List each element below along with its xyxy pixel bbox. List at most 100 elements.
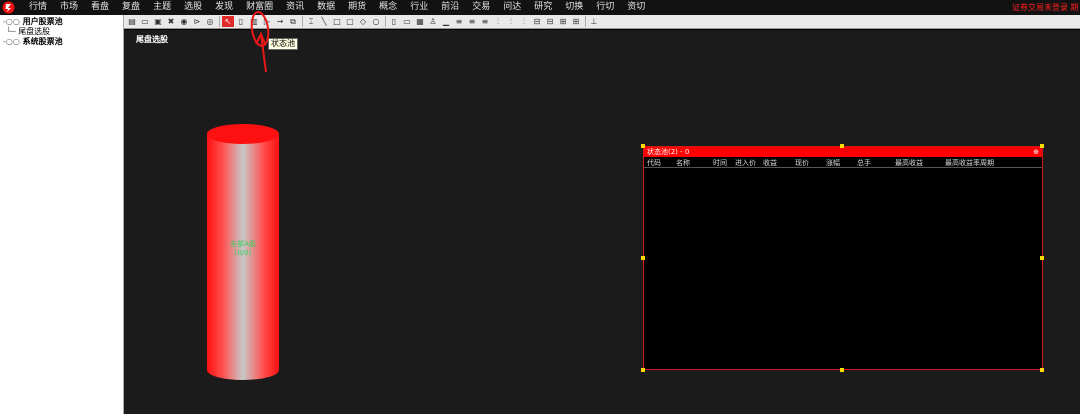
menu-item-news[interactable]: 资讯 (286, 0, 304, 15)
menu-item-ask[interactable]: 问达 (503, 0, 521, 15)
menu-item-trade[interactable]: 交易 (472, 0, 490, 15)
column-header-time[interactable]: 时间 (713, 158, 727, 168)
menu-item-stock-pick[interactable]: 选股 (184, 0, 202, 15)
column-header-code[interactable]: 代码 (647, 158, 661, 168)
triangle-tool-icon[interactable]: ▷ (261, 16, 273, 27)
save-icon[interactable]: ▣ (152, 16, 164, 27)
column-header-volume[interactable]: 总手 (857, 158, 871, 168)
menu-item-research[interactable]: 研究 (534, 0, 552, 15)
tree-node-system-pool[interactable]: -○○ 系统股票池 (3, 37, 63, 47)
same-height-icon[interactable]: ⊞ (570, 16, 582, 27)
menu-item-discover[interactable]: 发现 (215, 0, 233, 15)
cylinder-label-count: (0/0) (234, 249, 252, 257)
resize-handle[interactable] (641, 256, 645, 260)
resize-handle[interactable] (840, 368, 844, 372)
forward-icon[interactable]: ⊳ (191, 16, 203, 27)
canvas-title: 尾盘选股 (136, 35, 168, 44)
column-header-change[interactable]: 涨幅 (826, 158, 840, 168)
align-center-icon[interactable]: ≡ (466, 16, 478, 27)
column-header-max-return[interactable]: 最高收益 (895, 158, 923, 168)
resize-handle[interactable] (840, 144, 844, 148)
column-header-entry-price[interactable]: 进入价 (735, 158, 756, 168)
filter-tool-icon[interactable]: ⌶ (305, 16, 317, 27)
play-icon[interactable]: ◉ (178, 16, 190, 27)
cylinder-label-name: 全部A股 (230, 240, 256, 248)
distribute-h-icon[interactable]: ⊟ (531, 16, 543, 27)
stamp-tool-icon[interactable]: ♙ (427, 16, 439, 27)
column-header-max-return-period[interactable]: 最高收益率周期 (945, 158, 994, 168)
menu-item-quotes[interactable]: 行情 (29, 0, 47, 15)
toolbar-separator (302, 16, 303, 27)
menu-item-concept[interactable]: 概念 (379, 0, 397, 15)
menu-item-row-switch[interactable]: 行切 (596, 0, 614, 15)
menu-item-theme[interactable]: 主题 (153, 0, 171, 15)
state-pool-title-bar[interactable]: 状态池(2) - 0 (644, 147, 1042, 157)
toolbar-tooltip: 状态池 (268, 38, 298, 50)
tree-node-tail-pick[interactable]: └─ 尾盘选股 (6, 27, 50, 37)
cylinder-tool-icon[interactable]: ▯ (235, 16, 247, 27)
menu-item-market[interactable]: 市场 (60, 0, 78, 15)
tree-connector-icon: -○○ (3, 17, 20, 26)
resize-handle[interactable] (1040, 256, 1044, 260)
menu-item-replay[interactable]: 复盘 (122, 0, 140, 15)
menu-bar: 行情 市场 看盘 复盘 主题 选股 发现 财富圈 资讯 数据 期货 概念 行业 … (0, 0, 1080, 15)
same-width-icon[interactable]: ⊞ (557, 16, 569, 27)
tree-connector-icon: -○○ (3, 37, 20, 46)
ellipse-tool-icon[interactable]: ○ (370, 16, 382, 27)
align-right-icon[interactable]: ≡ (479, 16, 491, 27)
resize-handle[interactable] (1040, 368, 1044, 372)
toolbar-separator (219, 16, 220, 27)
tree-label-tail-pick: 尾盘选股 (18, 27, 51, 36)
resize-handle[interactable] (1040, 144, 1044, 148)
round-rect-tool-icon[interactable]: ▢ (344, 16, 356, 27)
cylinder-label: 全部A股 (0/0) (207, 240, 279, 258)
align-left-icon[interactable]: ≡ (453, 16, 465, 27)
copy-tool-icon[interactable]: ⧉ (287, 16, 299, 27)
tree-node-user-pool[interactable]: -○○ 用户股票池 (3, 17, 63, 27)
delete-icon[interactable]: ✖ (165, 16, 177, 27)
trash-tool-icon[interactable]: ▦ (414, 16, 426, 27)
align-top-icon[interactable]: ⫶ (492, 16, 504, 27)
stock-pool-tree: -○○ 用户股票池 └─ 尾盘选股 -○○ 系统股票池 (0, 15, 124, 414)
tree-branch-icon: └─ (6, 27, 16, 36)
line-tool-icon[interactable]: ╲ (318, 16, 330, 27)
menu-item-data[interactable]: 数据 (317, 0, 335, 15)
page-tool-icon[interactable]: ▯ (388, 16, 400, 27)
toolbar-separator (385, 16, 386, 27)
arrow-tool-icon[interactable]: → (274, 16, 286, 27)
diamond-tool-icon[interactable]: ◇ (357, 16, 369, 27)
menu-item-switch[interactable]: 切换 (565, 0, 583, 15)
new-doc-icon[interactable]: ▤ (126, 16, 138, 27)
state-pool-table-header: 代码 名称 时间 进入价 收益 现价 涨幅 总手 最高收益 最高收益率周期 (644, 158, 1042, 168)
record-icon[interactable]: ◎ (204, 16, 216, 27)
column-header-price[interactable]: 现价 (795, 158, 809, 168)
distribute-v-icon[interactable]: ⊟ (544, 16, 556, 27)
resize-handle[interactable] (641, 144, 645, 148)
menu-item-asset-switch[interactable]: 资切 (627, 0, 645, 15)
column-header-name[interactable]: 名称 (676, 158, 690, 168)
login-status[interactable]: 证券交易未登录 期 (1012, 0, 1080, 15)
menu-items: 行情 市场 看盘 复盘 主题 选股 发现 财富圈 资讯 数据 期货 概念 行业 … (29, 0, 658, 15)
open-folder-icon[interactable]: ▭ (139, 16, 151, 27)
pin-icon[interactable]: ⊕ (1033, 147, 1039, 157)
toolbar-separator (585, 16, 586, 27)
state-pool-window[interactable]: 状态池(2) - 0 ⊕ 代码 名称 时间 进入价 收益 现价 涨幅 总手 最高… (643, 146, 1043, 370)
rect-tool-icon[interactable]: □ (331, 16, 343, 27)
underline-tool-icon[interactable]: ▁ (440, 16, 452, 27)
state-pool-tool-icon[interactable]: ▥ (248, 16, 260, 27)
menu-item-frontier[interactable]: 前沿 (441, 0, 459, 15)
pointer-tool-icon[interactable]: ↖ (222, 16, 234, 27)
align-middle-icon[interactable]: ⫶ (505, 16, 517, 27)
align-bottom-icon[interactable]: ⫶ (518, 16, 530, 27)
menu-item-industry[interactable]: 行业 (410, 0, 428, 15)
tree-layout-icon[interactable]: ⊥ (588, 16, 600, 27)
app-logo-icon[interactable] (1, 0, 16, 15)
column-header-return[interactable]: 收益 (763, 158, 777, 168)
tree-label-system-pool: 系统股票池 (22, 37, 63, 46)
tree-label-user-pool: 用户股票池 (22, 17, 63, 26)
resize-handle[interactable] (641, 368, 645, 372)
menu-item-watch[interactable]: 看盘 (91, 0, 109, 15)
frame-tool-icon[interactable]: ▭ (401, 16, 413, 27)
menu-item-wealth-circle[interactable]: 财富圈 (246, 0, 273, 15)
menu-item-futures[interactable]: 期货 (348, 0, 366, 15)
